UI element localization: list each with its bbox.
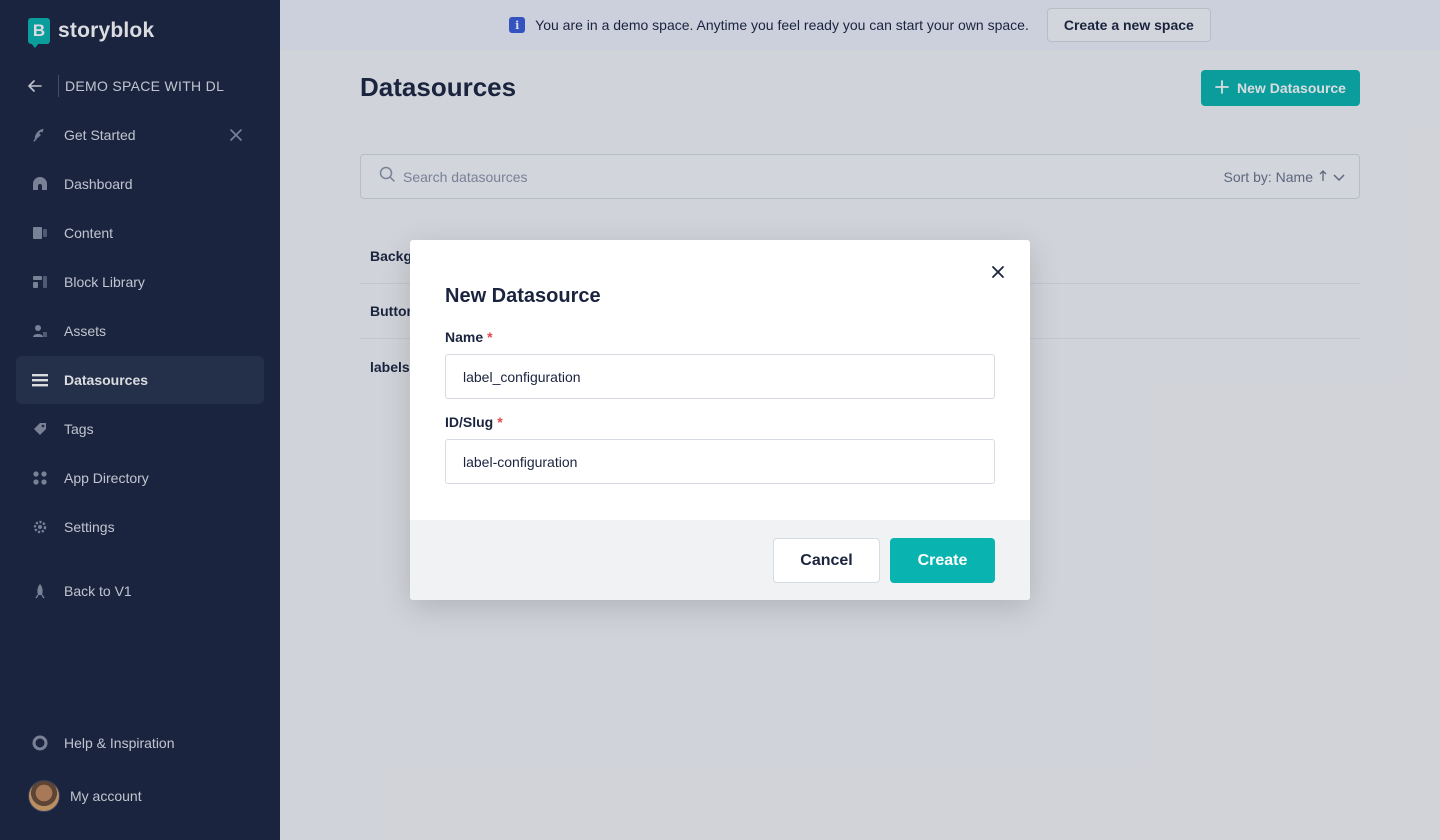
cancel-button[interactable]: Cancel [773, 538, 880, 583]
create-button[interactable]: Create [890, 538, 995, 583]
modal-title: New Datasource [445, 285, 601, 307]
name-label-text: Name [445, 329, 484, 345]
slug-label-text: ID/Slug [445, 414, 494, 430]
slug-value: label-configuration [463, 453, 578, 470]
new-datasource-modal: New Datasource Name * label_configuration… [410, 240, 1030, 600]
required-marker: * [487, 329, 493, 345]
close-icon[interactable] [990, 264, 1006, 280]
slug-field[interactable]: label-configuration [445, 439, 995, 484]
slug-label: ID/Slug * [445, 414, 503, 430]
name-value: label_configuration [463, 368, 581, 385]
name-field[interactable]: label_configuration [445, 354, 995, 399]
name-label: Name * [445, 329, 493, 345]
required-marker: * [497, 414, 503, 430]
modal-footer: Cancel Create [410, 520, 1030, 600]
